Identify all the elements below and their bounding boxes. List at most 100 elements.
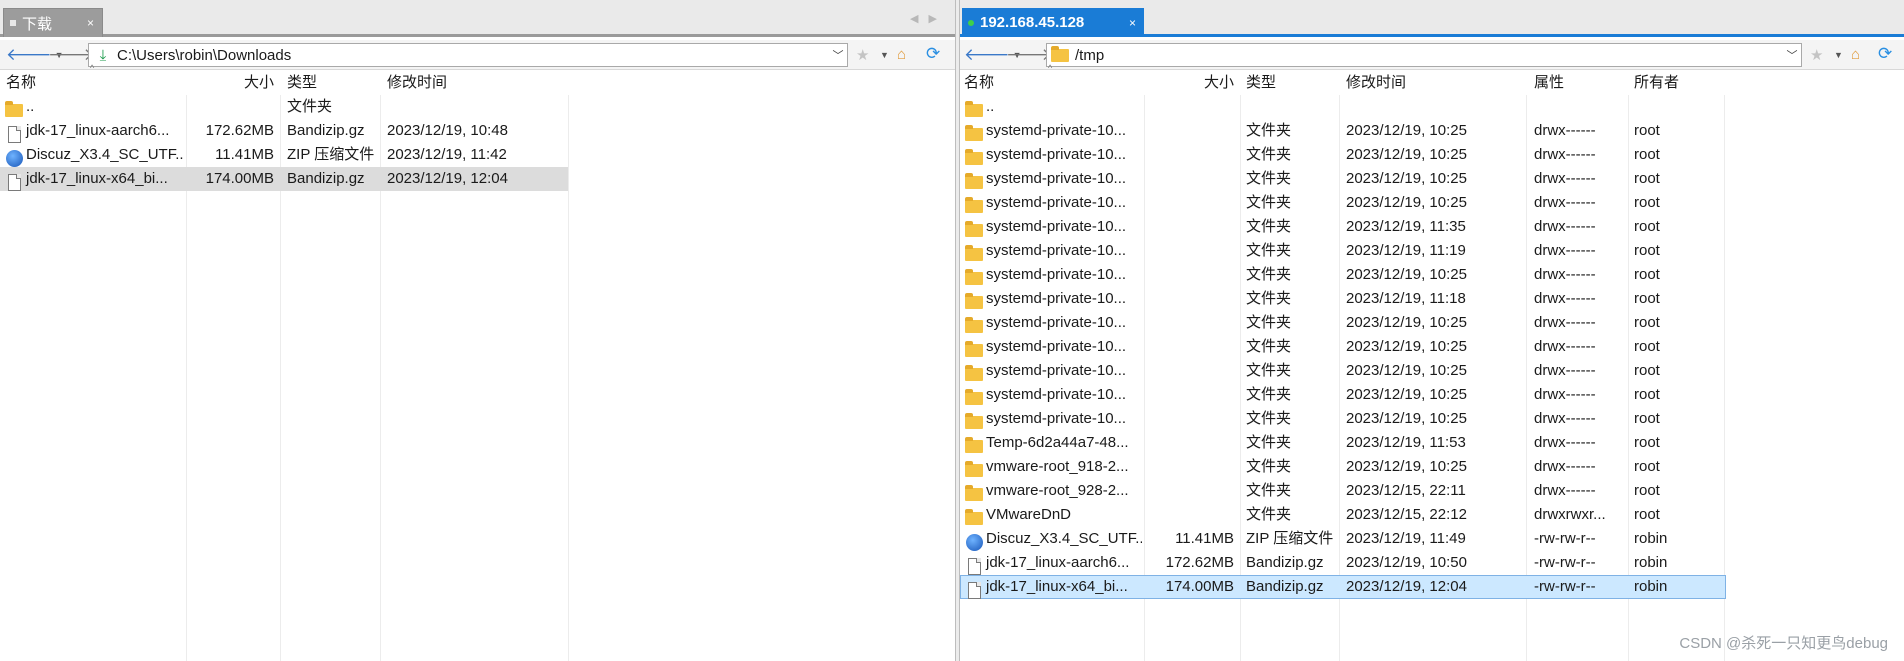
file-attr-cell: drwx------ — [1534, 362, 1596, 379]
file-modified-cell: 2023/12/15, 22:12 — [1346, 506, 1467, 523]
file-type-cell: 文件夹 — [1246, 146, 1292, 163]
folder-row[interactable]: systemd-private-10... 文件夹 2023/12/19, 11:3… — [960, 215, 1904, 239]
file-size-cell: 174.00MB — [205, 170, 274, 187]
remote-tab-bar: 192.168.45.128 × — [960, 0, 1904, 37]
file-type-cell: 文件夹 — [1246, 506, 1292, 523]
folder-row[interactable]: systemd-private-10... 文件夹 2023/12/19, 11:1… — [960, 287, 1904, 311]
column-header-name[interactable]: 名称 — [6, 71, 176, 95]
column-header-type[interactable]: 类型 — [287, 71, 377, 95]
file-attr-cell: drwx------ — [1534, 410, 1596, 427]
row-icon-wrap — [964, 314, 984, 335]
column-header-type[interactable]: 类型 — [1246, 71, 1336, 95]
chevron-down-icon[interactable]: ▼ — [880, 50, 889, 60]
chevron-left-icon[interactable]: ◀ — [910, 13, 928, 25]
file-name: jdk-17_linux-aarch6... — [26, 122, 170, 139]
folder-row[interactable]: systemd-private-10... 文件夹 2023/12/19, 10:2… — [960, 263, 1904, 287]
file-attr-cell: drwx------ — [1534, 314, 1596, 331]
folder-row[interactable]: Temp-6d2a44a7-48... 文件夹 2023/12/19, 11:53 d… — [960, 431, 1904, 455]
file-modified-cell: 2023/12/19, 10:25 — [1346, 410, 1467, 427]
folder-row[interactable]: systemd-private-10... 文件夹 2023/12/19, 10:2… — [960, 191, 1904, 215]
tab-remote-host[interactable]: 192.168.45.128 × — [962, 8, 1144, 37]
home-folder-icon[interactable]: ⌂ — [1851, 46, 1860, 63]
file-name: systemd-private-10... — [986, 362, 1127, 379]
local-path-input[interactable]: ⤓ C:\Users\robin\Downloads ﹀ — [88, 43, 848, 67]
column-header-attributes[interactable]: 属性 — [1534, 71, 1624, 95]
file-name-cell: systemd-private-10... — [960, 407, 1142, 431]
row-icon-wrap — [964, 554, 984, 575]
folder-icon — [965, 412, 983, 429]
folder-row[interactable]: systemd-private-10... 文件夹 2023/12/19, 10:2… — [960, 311, 1904, 335]
file-modified-cell: 2023/12/19, 10:25 — [1346, 266, 1467, 283]
file-name-cell: systemd-private-10... — [960, 239, 1142, 263]
file-attr-cell: drwx------ — [1534, 146, 1596, 163]
file-type-cell: 文件夹 — [1246, 338, 1292, 355]
file-size-cell — [1148, 335, 1234, 359]
column-header-modified[interactable]: 修改时间 — [387, 71, 557, 95]
file-attr-cell: drwx------ — [1534, 338, 1596, 355]
folder-row[interactable]: .. — [960, 95, 1904, 119]
file-row[interactable]: Discuz_X3.4_SC_UTF... 11.41MB ZIP 压缩文件 2023… — [960, 527, 1904, 551]
file-name-cell: systemd-private-10... — [960, 311, 1142, 335]
folder-row[interactable]: vmware-root_918-2... 文件夹 2023/12/19, 10:25… — [960, 455, 1904, 479]
folder-row[interactable]: systemd-private-10... 文件夹 2023/12/19, 11:1… — [960, 239, 1904, 263]
refresh-icon[interactable]: ⟳ — [926, 44, 940, 64]
column-header-size[interactable]: 大小 — [190, 71, 274, 95]
star-icon[interactable]: ★ — [1810, 46, 1823, 64]
file-size-cell: 172.62MB — [1165, 554, 1234, 571]
file-owner-cell: robin — [1634, 530, 1668, 547]
folder-row[interactable]: systemd-private-10... 文件夹 2023/12/19, 10:2… — [960, 359, 1904, 383]
refresh-icon[interactable]: ⟳ — [1878, 44, 1892, 64]
folder-icon — [965, 316, 983, 333]
file-row[interactable]: jdk-17_linux-aarch6... 172.62MB Bandizip.g… — [0, 119, 955, 143]
file-size-cell — [1148, 383, 1234, 407]
row-icon-wrap — [964, 122, 984, 143]
folder-row[interactable]: vmware-root_928-2... 文件夹 2023/12/15, 22:11… — [960, 479, 1904, 503]
file-row[interactable]: Discuz_X3.4_SC_UTF... 11.41MB ZIP 压缩文件 2023… — [0, 143, 955, 167]
download-arrow-icon: ⤓ — [99, 46, 107, 64]
folder-row[interactable]: systemd-private-10... 文件夹 2023/12/19, 10:2… — [960, 335, 1904, 359]
chevron-down-icon[interactable]: ﹀ — [829, 47, 847, 63]
tab-local-downloads[interactable]: 下载 × — [3, 8, 103, 37]
file-type-cell: 文件夹 — [1246, 290, 1292, 307]
folder-row[interactable]: VMwareDnD 文件夹 2023/12/15, 22:12 drwxrwxr...… — [960, 503, 1904, 527]
file-row[interactable]: jdk-17_linux-aarch6... 172.62MB Bandizip.g… — [960, 551, 1904, 575]
file-attr-cell: drwx------ — [1534, 386, 1596, 403]
column-header-size[interactable]: 大小 — [1148, 71, 1234, 95]
file-type-cell: 文件夹 — [1246, 434, 1292, 451]
star-icon[interactable]: ★ — [856, 46, 869, 64]
folder-row[interactable]: systemd-private-10... 文件夹 2023/12/19, 10:2… — [960, 119, 1904, 143]
folder-row[interactable]: systemd-private-10... 文件夹 2023/12/19, 10:2… — [960, 383, 1904, 407]
tab-close-icon[interactable]: × — [87, 16, 94, 30]
column-header-modified[interactable]: 修改时间 — [1346, 71, 1516, 95]
chevron-down-icon[interactable]: ﹀ — [1783, 47, 1801, 63]
file-attr-cell: drwx------ — [1534, 122, 1596, 139]
folder-icon — [965, 268, 983, 285]
watermark-text: CSDN @杀死一只知更鸟debug — [1679, 635, 1888, 652]
folder-icon — [965, 484, 983, 501]
column-header-name[interactable]: 名称 — [964, 71, 1134, 95]
file-attr-cell: -rw-rw-r-- — [1534, 554, 1596, 571]
file-owner-cell: root — [1634, 314, 1660, 331]
column-header-owner[interactable]: 所有者 — [1634, 71, 1724, 95]
folder-row[interactable]: systemd-private-10... 文件夹 2023/12/19, 10:2… — [960, 143, 1904, 167]
folder-row[interactable]: systemd-private-10... 文件夹 2023/12/19, 10:2… — [960, 167, 1904, 191]
file-size-cell — [1148, 431, 1234, 455]
tab-scroll-arrows[interactable]: ◀▶ — [910, 12, 947, 25]
folder-row[interactable]: systemd-private-10... 文件夹 2023/12/19, 10:2… — [960, 407, 1904, 431]
folder-icon — [965, 508, 983, 525]
remote-path-input[interactable]: /tmp ﹀ — [1046, 43, 1802, 67]
file-name: systemd-private-10... — [986, 290, 1127, 307]
file-name: Temp-6d2a44a7-48... — [986, 434, 1129, 451]
row-icon-wrap — [4, 122, 24, 143]
sort-ascending-icon: ^ — [90, 63, 95, 73]
chevron-down-icon[interactable]: ▼ — [1834, 50, 1843, 60]
file-row[interactable]: jdk-17_linux-x64_bi... 174.00MB Bandizip.g… — [0, 167, 568, 191]
file-name: vmware-root_918-2... — [986, 458, 1129, 475]
tab-close-icon[interactable]: × — [1129, 16, 1136, 30]
row-icon-wrap — [4, 146, 24, 167]
chevron-right-icon[interactable]: ▶ — [928, 13, 946, 25]
file-owner-cell: root — [1634, 362, 1660, 379]
file-row[interactable]: jdk-17_linux-x64_bi... 174.00MB Bandizip.g… — [960, 575, 1726, 599]
home-folder-icon[interactable]: ⌂ — [897, 46, 906, 63]
folder-row[interactable]: .. 文件夹 — [0, 95, 955, 119]
